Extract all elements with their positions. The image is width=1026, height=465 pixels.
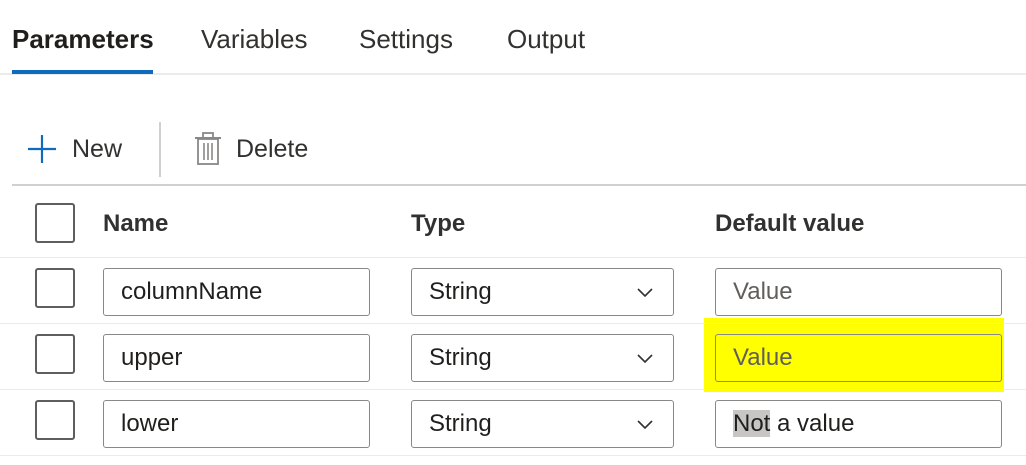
chevron-down-icon <box>637 354 653 364</box>
tab-output[interactable]: Output <box>507 24 585 72</box>
plus-icon <box>28 135 56 163</box>
name-input[interactable]: upper <box>103 334 370 382</box>
tab-bar: Parameters Variables Settings Output <box>0 0 1026 75</box>
row-checkbox[interactable] <box>35 268 75 308</box>
type-dropdown-value: String <box>429 410 492 437</box>
type-dropdown-value: String <box>429 278 492 305</box>
table-row: upper String Value <box>0 324 1026 390</box>
name-input[interactable]: lower <box>103 400 370 448</box>
default-value-text: Not a value <box>733 410 854 438</box>
unselected-text: a value <box>770 410 855 437</box>
name-input-value: upper <box>121 344 183 371</box>
parameters-panel: Parameters Variables Settings Output New <box>0 0 1026 465</box>
row-checkbox[interactable] <box>35 400 75 440</box>
table-row: lower String Not a value <box>0 390 1026 456</box>
selected-text: Not <box>733 410 771 437</box>
tab-settings[interactable]: Settings <box>359 24 453 72</box>
name-input[interactable]: columnName <box>103 268 370 316</box>
toolbar-separator <box>159 122 161 177</box>
select-all-checkbox[interactable] <box>35 203 75 243</box>
default-value-placeholder: Value <box>733 278 793 305</box>
type-dropdown[interactable]: String <box>411 400 674 448</box>
tab-variables[interactable]: Variables <box>201 24 307 72</box>
column-header-default-value: Default value <box>715 210 865 237</box>
table-header: Name Type Default value <box>0 186 1026 258</box>
type-dropdown[interactable]: String <box>411 334 674 382</box>
column-header-type: Type <box>411 210 466 237</box>
chevron-down-icon <box>637 288 653 298</box>
row-checkbox[interactable] <box>35 334 75 374</box>
chevron-down-icon <box>637 420 653 430</box>
type-dropdown-value: String <box>429 344 492 371</box>
type-dropdown[interactable]: String <box>411 268 674 316</box>
delete-button[interactable]: Delete <box>194 118 308 180</box>
name-input-value: columnName <box>121 278 263 305</box>
default-value-placeholder: Value <box>733 344 793 371</box>
default-value-input[interactable]: Not a value <box>715 400 1002 448</box>
delete-button-label: Delete <box>236 134 309 163</box>
toolbar: New Delete <box>0 118 1026 186</box>
new-button[interactable]: New <box>26 118 122 180</box>
name-input-value: lower <box>121 410 179 437</box>
new-button-label: New <box>72 134 123 163</box>
default-value-input[interactable]: Value <box>715 334 1002 382</box>
trash-icon <box>195 132 221 165</box>
default-value-input[interactable]: Value <box>715 268 1002 316</box>
active-tab-indicator <box>12 70 153 74</box>
tab-parameters[interactable]: Parameters <box>12 24 154 72</box>
table-row: columnName String Value <box>0 258 1026 324</box>
column-header-name: Name <box>103 210 169 237</box>
